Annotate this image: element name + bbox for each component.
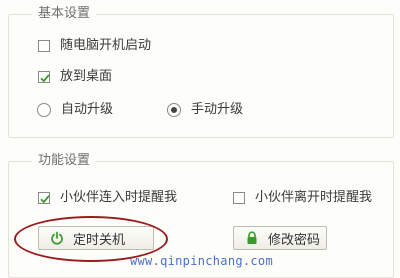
desktop-option[interactable]: 放到桌面	[38, 69, 112, 85]
upgrade-auto-label: 自动升级	[61, 102, 114, 117]
auto-start-label: 随电脑开机启动	[60, 38, 152, 53]
notify-join-option[interactable]: 小伙伴连入时提醒我	[38, 190, 177, 206]
upgrade-auto-option[interactable]: 自动升级	[37, 102, 113, 118]
upgrade-manual-option[interactable]: 手动升级	[167, 102, 243, 118]
function-settings-title: 功能设置	[32, 153, 97, 169]
desktop-checkbox[interactable]	[38, 71, 50, 83]
notify-leave-label: 小伙伴离开时提醒我	[255, 190, 373, 205]
lock-icon	[244, 230, 260, 246]
auto-start-checkbox[interactable]	[38, 40, 50, 52]
notify-leave-option[interactable]: 小伙伴离开时提醒我	[233, 190, 372, 206]
change-password-label: 修改密码	[268, 232, 321, 248]
basic-settings-title: 基本设置	[32, 6, 97, 22]
desktop-label: 放到桌面	[60, 69, 113, 84]
notify-leave-checkbox[interactable]	[233, 192, 245, 204]
radio-selected-dot	[171, 107, 177, 113]
upgrade-auto-radio[interactable]	[37, 103, 51, 117]
notify-join-label: 小伙伴连入时提醒我	[60, 190, 178, 205]
upgrade-manual-radio[interactable]	[167, 103, 181, 117]
check-icon	[40, 195, 50, 204]
watermark: www.qinpinchang.com	[130, 254, 273, 268]
upgrade-manual-label: 手动升级	[191, 102, 244, 117]
change-password-button[interactable]: 修改密码	[233, 226, 327, 250]
check-icon	[40, 74, 50, 83]
notify-join-checkbox[interactable]	[38, 192, 50, 204]
auto-start-option[interactable]: 随电脑开机启动	[38, 38, 151, 54]
